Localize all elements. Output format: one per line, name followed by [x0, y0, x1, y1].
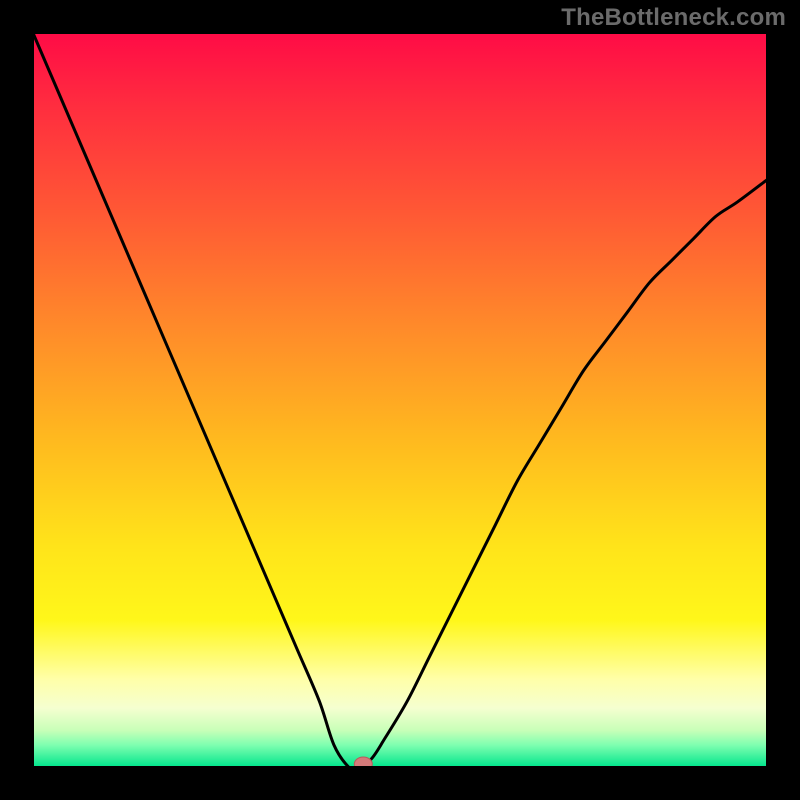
- chart-frame: TheBottleneck.com: [0, 0, 800, 800]
- plot-background: [33, 33, 767, 767]
- bottleneck-chart: [0, 0, 800, 800]
- watermark-text: TheBottleneck.com: [561, 4, 786, 32]
